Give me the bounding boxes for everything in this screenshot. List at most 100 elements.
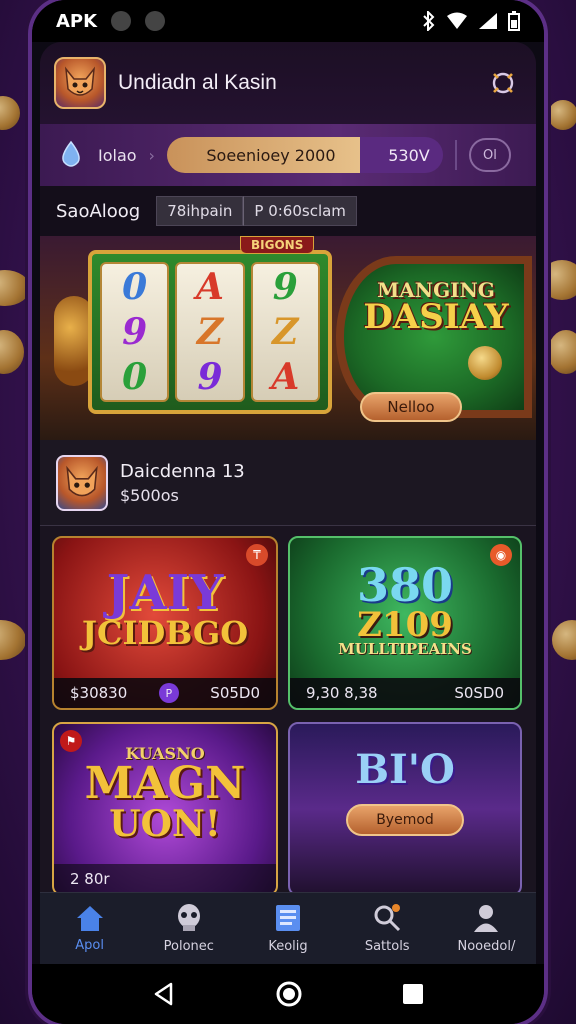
decor-coin bbox=[0, 96, 20, 130]
filter-chip-2[interactable]: P 0:60sclam bbox=[243, 196, 357, 226]
home-icon bbox=[76, 906, 103, 931]
card-left-value: 9,30 8,38 bbox=[306, 684, 378, 702]
back-icon[interactable] bbox=[151, 981, 177, 1007]
slot-reels: 0 9 0 A Z 9 9 Z A bbox=[88, 250, 332, 414]
mini-button[interactable]: Ol bbox=[468, 138, 511, 172]
card-subtitle: JCIDBGO bbox=[81, 614, 249, 652]
app-logo[interactable] bbox=[54, 57, 106, 109]
reel-symbol: 0 bbox=[122, 356, 148, 399]
recents-icon[interactable] bbox=[401, 982, 425, 1006]
notification-icon bbox=[111, 11, 132, 31]
card-left-value: $30830 bbox=[70, 684, 128, 702]
tab-keolig[interactable]: Keolig bbox=[238, 893, 337, 964]
reel-symbol: A bbox=[196, 265, 224, 308]
profile-icon bbox=[474, 905, 499, 932]
game-card[interactable]: ⚑ KUASNO MAGN UON! 2 80r bbox=[52, 722, 278, 892]
tab-profile[interactable]: Nooedol/ bbox=[437, 893, 536, 964]
tab-label: Keolig bbox=[268, 939, 308, 954]
search-icon bbox=[374, 904, 401, 932]
card-art: 380 Z109 MULLTIPEAINS bbox=[290, 538, 520, 680]
card-title: 380 bbox=[356, 557, 454, 612]
avatar[interactable] bbox=[56, 454, 108, 511]
mask-icon bbox=[177, 904, 200, 931]
card-art: KUASNO MAGN UON! bbox=[54, 724, 276, 864]
app-title: Undiadn al Kasin bbox=[118, 71, 277, 94]
decor-coin bbox=[0, 620, 26, 660]
bottom-tab-bar: Apol Polonec Keolig Sattols Nooedol/ bbox=[40, 892, 536, 964]
reel: 0 9 0 bbox=[100, 262, 170, 402]
settings-button[interactable] bbox=[484, 64, 522, 102]
card-left-value: 2 80r bbox=[70, 870, 110, 888]
divider bbox=[454, 140, 457, 170]
game-card[interactable]: BI'O Byemod bbox=[288, 722, 522, 892]
top-promo-bar: Iolao › Soeenioey 2000 530V Ol bbox=[40, 124, 536, 186]
carrier-label: APK bbox=[56, 10, 98, 32]
card-play-button[interactable]: Byemod bbox=[346, 804, 464, 836]
promo-value: 530V bbox=[388, 145, 430, 165]
bluetooth-icon bbox=[423, 11, 435, 31]
featured-banner[interactable]: 0 9 0 A Z 9 9 Z A BIGONS MANGING DASIAY … bbox=[40, 236, 536, 440]
tab-label: Apol bbox=[75, 938, 104, 953]
tab-label: Nooedol/ bbox=[457, 939, 516, 954]
fox-logo-icon bbox=[65, 66, 95, 96]
location-label[interactable]: Iolao bbox=[98, 146, 137, 165]
card-footer: 9,30 8,38 S0SD0 bbox=[290, 678, 520, 708]
tab-sattols[interactable]: Sattols bbox=[338, 893, 437, 964]
profile-name: Daicdenna 13 bbox=[120, 460, 245, 482]
tab-label: Sattols bbox=[364, 939, 410, 954]
tab-polonec[interactable]: Polonec bbox=[139, 893, 238, 964]
game-grid: ₸ JAIY JCIDBGO $30830 P S05D0 ◉ 380 Z109… bbox=[40, 526, 536, 892]
profile-balance: $500os bbox=[120, 485, 179, 505]
section-title: SaoAloog bbox=[56, 200, 141, 222]
tab-home[interactable]: Apol bbox=[40, 893, 139, 964]
reel-symbol: Z bbox=[272, 310, 299, 353]
coin-decoration bbox=[468, 346, 502, 380]
decor-coin bbox=[548, 100, 576, 130]
home-circle-icon[interactable] bbox=[275, 980, 303, 1008]
banner-tag: BIGONS bbox=[240, 236, 315, 254]
promo-pill[interactable]: Soeenioey 2000 530V bbox=[166, 137, 443, 173]
card-footer: $30830 P S05D0 bbox=[54, 678, 276, 708]
filter-chip-1[interactable]: 78ihpain bbox=[156, 196, 244, 226]
game-card[interactable]: ◉ 380 Z109 MULLTIPEAINS 9,30 8,38 S0SD0 bbox=[288, 536, 522, 710]
fox-avatar-icon bbox=[66, 465, 98, 496]
decor-coin bbox=[552, 620, 576, 660]
user-profile[interactable]: Daicdenna 13 $500os bbox=[40, 440, 536, 526]
card-art: JAIY JCIDBGO bbox=[54, 538, 276, 680]
gear-icon bbox=[492, 72, 514, 94]
status-bar: APK bbox=[32, 0, 544, 42]
card-caption: MULLTIPEAINS bbox=[338, 639, 472, 658]
card-title: JAIY bbox=[106, 565, 224, 621]
phone-frame: APK Undiadn al Kasin Iolao › Soeenioey 2… bbox=[32, 0, 544, 1024]
card-title: MAGN bbox=[84, 758, 246, 809]
card-art: BI'O Byemod bbox=[290, 724, 520, 892]
reel-symbol: A bbox=[271, 356, 300, 399]
system-nav-bar bbox=[32, 964, 544, 1024]
drop-icon bbox=[62, 140, 80, 167]
decor-coin bbox=[0, 270, 30, 306]
card-title: BI'O bbox=[355, 746, 455, 793]
card-subtitle: UON! bbox=[109, 803, 221, 845]
card-badge: P bbox=[158, 683, 179, 703]
promo-label: Soeenioey 2000 bbox=[206, 145, 336, 165]
banner-play-button[interactable]: Nelloo bbox=[360, 392, 462, 422]
wifi-icon bbox=[447, 12, 467, 29]
reel: 9 Z A bbox=[250, 262, 320, 402]
card-right-value: S05D0 bbox=[210, 684, 260, 702]
banner-title-line2: DASIAY bbox=[363, 297, 509, 337]
battery-icon bbox=[508, 11, 520, 31]
reel: A Z 9 bbox=[175, 262, 245, 402]
signal-icon bbox=[479, 13, 497, 29]
card-right-value: S0SD0 bbox=[454, 684, 504, 702]
reel-symbol: Z bbox=[196, 310, 224, 353]
game-card[interactable]: ₸ JAIY JCIDBGO $30830 P S05D0 bbox=[52, 536, 278, 710]
shield-icon bbox=[145, 11, 166, 31]
decor-coin bbox=[0, 330, 24, 374]
card-footer: 2 80r bbox=[54, 864, 276, 892]
app-header: Undiadn al Kasin bbox=[40, 42, 536, 124]
reel-symbol: 0 bbox=[122, 265, 148, 308]
reel-symbol: 9 bbox=[122, 310, 148, 353]
chevron-right-icon: › bbox=[148, 145, 155, 165]
section-header: SaoAloog 78ihpain P 0:60sclam bbox=[40, 186, 536, 236]
card-subtitle: Z109 bbox=[357, 604, 453, 645]
